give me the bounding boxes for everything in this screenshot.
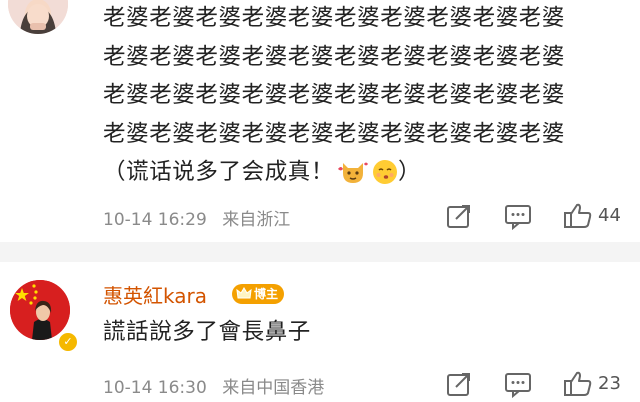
thumbs-up-icon <box>564 371 592 396</box>
kiss-emoji-icon <box>372 159 398 198</box>
comment-line: 老婆老婆老婆老婆老婆老婆老婆老婆老婆老婆 <box>103 82 566 108</box>
like-button[interactable] <box>563 370 593 402</box>
comment-line: 謊話說多了會長鼻子 <box>103 319 311 345</box>
blogger-badge-label: 博主 <box>254 287 279 301</box>
avatar[interactable] <box>8 0 68 34</box>
comment-closing-paren: ） <box>398 159 422 185</box>
comment-location: 来自中国香港 <box>222 378 325 398</box>
comment-line: 老婆老婆老婆老婆老婆老婆老婆老婆老婆老婆 <box>103 120 566 147</box>
share-button[interactable] <box>445 202 473 234</box>
comment-item: ✓ 惠英紅kara 博主 謊話說多了會長鼻子 10-14 16:30 来自中国香… <box>0 262 640 402</box>
comment-time: 10-14 16:29 <box>103 210 207 230</box>
comment-icon <box>505 373 531 399</box>
verified-badge-icon: ✓ <box>57 331 79 353</box>
like-count: 23 <box>598 373 621 394</box>
crown-icon <box>236 286 252 308</box>
comment-actions: 44 <box>445 202 635 231</box>
comment-time: 10-14 16:30 <box>103 378 207 398</box>
comment-location: 来自浙江 <box>222 210 291 230</box>
reply-button[interactable] <box>503 202 533 234</box>
blogger-badge: 博主 <box>232 284 285 304</box>
like-count: 44 <box>598 205 621 226</box>
comment-actions: 23 <box>445 370 635 399</box>
comment-meta: 10-14 16:30 来自中国香港 <box>103 373 324 398</box>
comment-line: 老婆老婆老婆老婆老婆老婆老婆老婆老婆老婆 <box>103 5 566 31</box>
share-button[interactable] <box>445 370 473 402</box>
comment-line-text: （谎话说多了会成真！ <box>103 159 335 185</box>
share-icon <box>447 205 470 228</box>
avatar[interactable] <box>10 280 70 340</box>
comment-icon <box>505 205 531 231</box>
comment-text: 謊話說多了會長鼻子 <box>103 317 633 347</box>
comment-line-last: （谎话说多了会成真！ ） <box>103 153 633 198</box>
comment-text: 老婆老婆老婆老婆老婆老婆老婆老婆老婆老婆 老婆老婆老婆老婆老婆老婆老婆老婆老婆老… <box>103 0 633 198</box>
username[interactable]: 惠英紅kara <box>103 280 207 309</box>
like-button[interactable] <box>563 202 593 234</box>
comment-line: 老婆老婆老婆老婆老婆老婆老婆老婆老婆老婆 <box>103 43 566 70</box>
reply-button[interactable] <box>503 370 533 402</box>
share-icon <box>447 373 470 396</box>
thumbs-up-icon <box>564 203 592 228</box>
comment-divider <box>0 242 640 262</box>
comment-item: 老婆老婆老婆老婆老婆老婆老婆老婆老婆老婆 老婆老婆老婆老婆老婆老婆老婆老婆老婆老… <box>0 0 640 242</box>
cat-emoji-icon <box>338 159 369 198</box>
comment-meta: 10-14 16:29 来自浙江 <box>103 205 290 230</box>
